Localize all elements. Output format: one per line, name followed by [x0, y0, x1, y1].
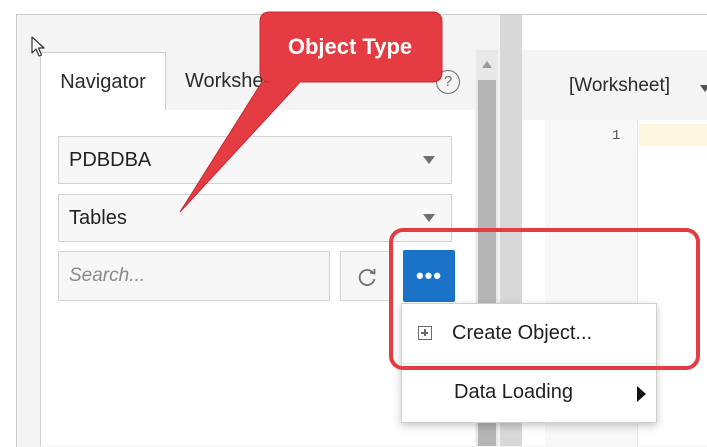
- mouse-cursor-icon: [31, 36, 45, 57]
- callout-label: Object Type: [287, 34, 413, 59]
